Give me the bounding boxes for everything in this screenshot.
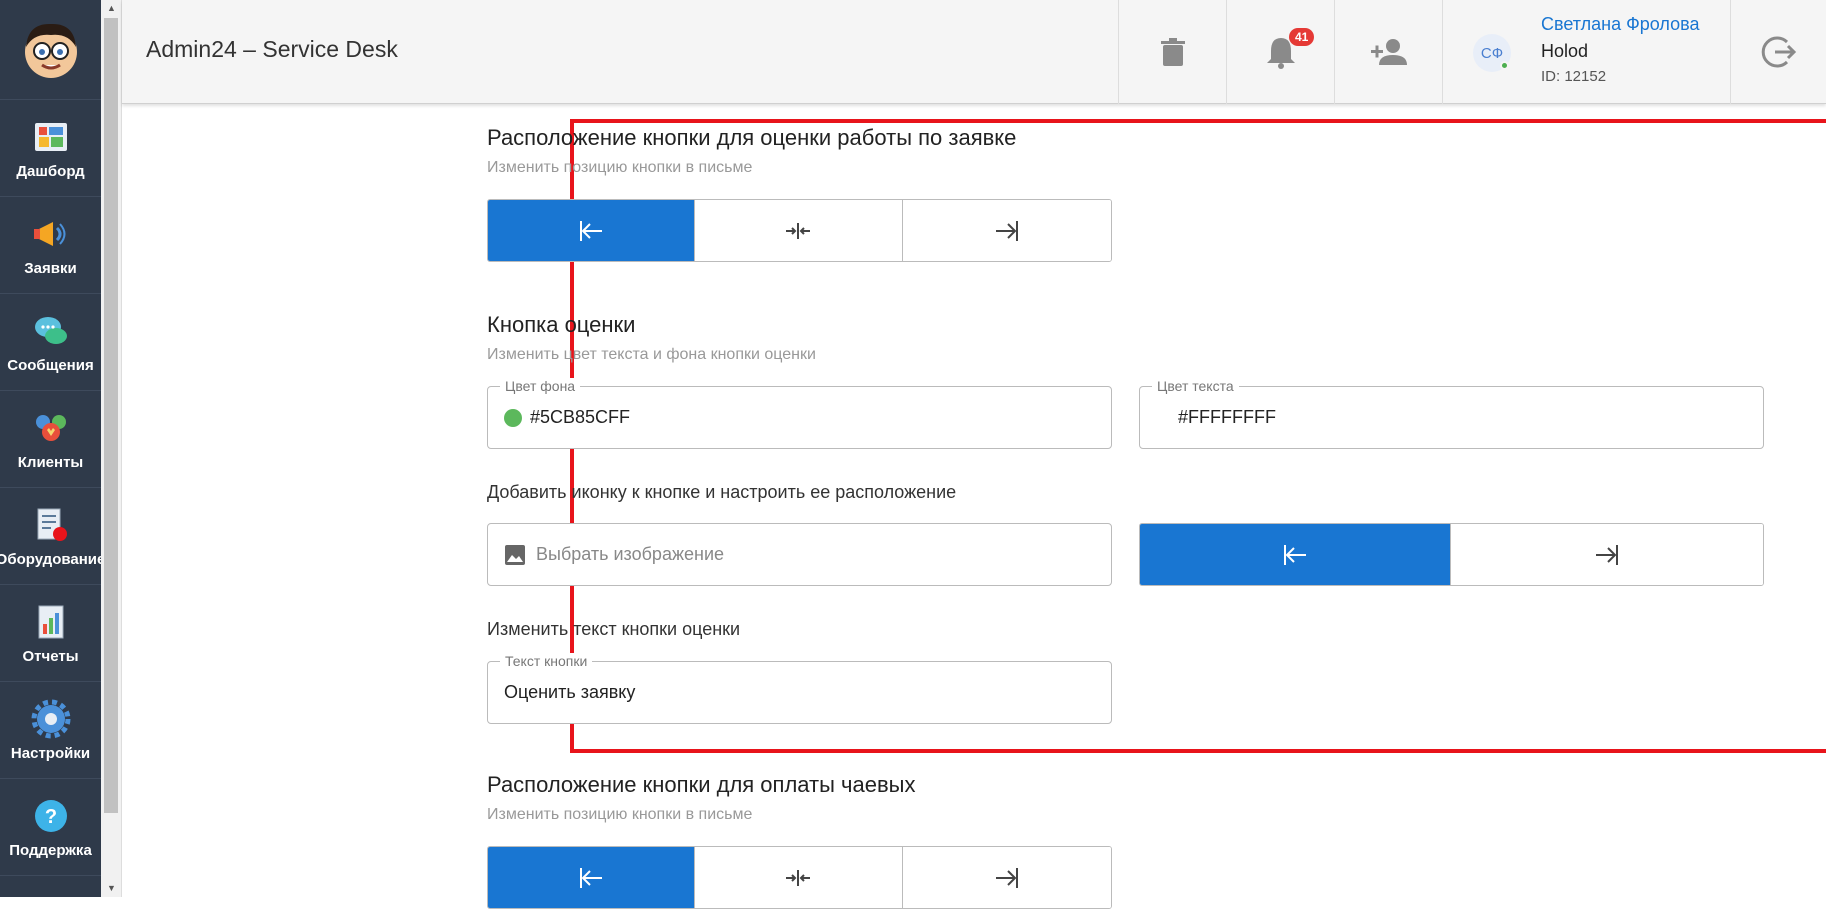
clients-icon [35, 414, 66, 441]
sidebar-item-label: Клиенты [17, 453, 84, 471]
align-right-button[interactable] [902, 200, 1111, 261]
rating-button-title: Кнопка оценки [487, 312, 636, 337]
scroll-down-icon[interactable]: ▼ [101, 880, 122, 897]
svg-text:?: ? [44, 806, 56, 828]
logout-icon [1761, 36, 1796, 68]
chat-icon [34, 316, 67, 344]
app-title: Admin24 – Service Desk [146, 36, 398, 62]
user-name[interactable]: Светлана Фролова [1541, 14, 1699, 35]
user-id: ID: 12152 [1541, 68, 1607, 85]
reports-icon [38, 605, 63, 638]
tips-align-center-button[interactable] [695, 847, 903, 908]
icon-left-button[interactable] [1140, 524, 1451, 585]
sidebar: Дашборд Заявки Сообщения Клиенты Оборудо… [0, 0, 105, 897]
megaphone-icon [33, 221, 65, 246]
notifications-button[interactable]: 41 [1226, 0, 1334, 104]
scrollbar-thumb[interactable] [104, 18, 118, 813]
sidebar-item-settings[interactable]: Настройки [0, 682, 101, 779]
rating-position-title: Расположение кнопки для оценки работы по… [487, 125, 1017, 150]
align-right-icon [995, 867, 1018, 888]
main-content: Расположение кнопки для оценки работы по… [122, 105, 1826, 909]
sidebar-item-messages[interactable]: Сообщения [0, 294, 101, 391]
image-picker-placeholder: Выбрать изображение [536, 544, 725, 564]
add-user-button[interactable] [1334, 0, 1442, 104]
align-center-icon [786, 869, 811, 886]
top-header: Admin24 – Service Desk 41 СФ Светлана Фр… [122, 0, 1826, 104]
bg-color-field[interactable]: Цвет фона #5CB85CFF [487, 378, 1112, 449]
icon-section-label: Добавить иконку к кнопке и настроить ее … [487, 482, 957, 502]
button-text-label: Текст кнопки [500, 653, 593, 669]
icon-position-toggle [1139, 523, 1764, 586]
image-picker-field[interactable]: Выбрать изображение [487, 523, 1112, 586]
trash-button[interactable] [1118, 0, 1226, 104]
help-icon: ? [34, 799, 67, 832]
user-org: Holod [1541, 41, 1589, 61]
gear-icon [31, 699, 70, 738]
sidebar-item-label: Заявки [24, 259, 77, 277]
button-text-field[interactable]: Текст кнопки Оценить заявку [487, 653, 1112, 724]
scroll-up-icon[interactable]: ▲ [101, 0, 122, 17]
equipment-icon [37, 508, 67, 541]
sidebar-item-label: Сообщения [7, 356, 94, 374]
sidebar-item-label: Настройки [10, 744, 91, 762]
sidebar-item-label: Поддержка [9, 841, 92, 859]
align-left-icon [1284, 544, 1306, 565]
color-swatch-icon[interactable] [504, 408, 522, 427]
tips-align-right-button[interactable] [902, 847, 1111, 908]
tips-position-toggle [487, 846, 1112, 909]
avatar: СФ [1473, 34, 1511, 72]
scrollbar[interactable]: ▲ ▼ [101, 0, 122, 897]
logo[interactable] [0, 0, 101, 100]
align-left-icon [580, 867, 603, 888]
sidebar-item-label: Дашборд [16, 162, 85, 180]
online-status-dot [1500, 61, 1509, 70]
align-center-button[interactable] [695, 200, 903, 261]
avatar-initials: СФ [1480, 44, 1504, 62]
text-section-label: Изменить текст кнопки оценки [487, 619, 741, 639]
button-text-value: Оценить заявку [504, 682, 636, 702]
sidebar-item-support[interactable]: ? Поддержка [0, 779, 101, 876]
align-right-icon [995, 220, 1018, 241]
avatar-logo-icon [24, 23, 77, 78]
sidebar-item-label: Отчеты [22, 647, 79, 665]
sidebar-item-equipment[interactable]: Оборудование [0, 488, 105, 585]
logout-button[interactable] [1730, 0, 1826, 104]
bg-color-value: #5CB85CFF [530, 407, 631, 427]
tips-align-left-button[interactable] [488, 847, 696, 908]
align-center-icon [786, 222, 811, 239]
rating-button-subtitle: Изменить цвет текста и фона кнопки оценк… [487, 346, 816, 363]
add-user-icon [1370, 39, 1407, 65]
tips-position-title: Расположение кнопки для оплаты чаевых [487, 772, 916, 797]
sidebar-item-requests[interactable]: Заявки [0, 197, 101, 294]
text-color-field[interactable]: Цвет текста #FFFFFFFF [1139, 378, 1764, 449]
notification-badge: 41 [1289, 28, 1315, 46]
sidebar-item-label: Оборудование [0, 550, 106, 568]
align-left-icon [580, 220, 603, 241]
trash-icon [1160, 38, 1185, 66]
user-profile[interactable]: СФ Светлана Фролова Holod ID: 12152 [1442, 0, 1730, 104]
rating-position-toggle [487, 199, 1112, 262]
bg-color-label: Цвет фона [500, 378, 581, 394]
dashboard-icon [34, 122, 67, 151]
align-left-button[interactable] [488, 200, 696, 261]
sidebar-item-clients[interactable]: Клиенты [0, 391, 101, 488]
tips-position-subtitle: Изменить позицию кнопки в письме [487, 806, 753, 823]
rating-position-subtitle: Изменить позицию кнопки в письме [487, 159, 753, 176]
sidebar-item-reports[interactable]: Отчеты [0, 585, 101, 682]
image-icon [505, 544, 525, 565]
align-right-icon [1596, 544, 1618, 565]
text-color-label: Цвет текста [1152, 378, 1239, 394]
sidebar-item-dashboard[interactable]: Дашборд [0, 100, 101, 197]
icon-right-button[interactable] [1451, 524, 1763, 585]
text-color-value: #FFFFFFFF [1178, 407, 1276, 427]
